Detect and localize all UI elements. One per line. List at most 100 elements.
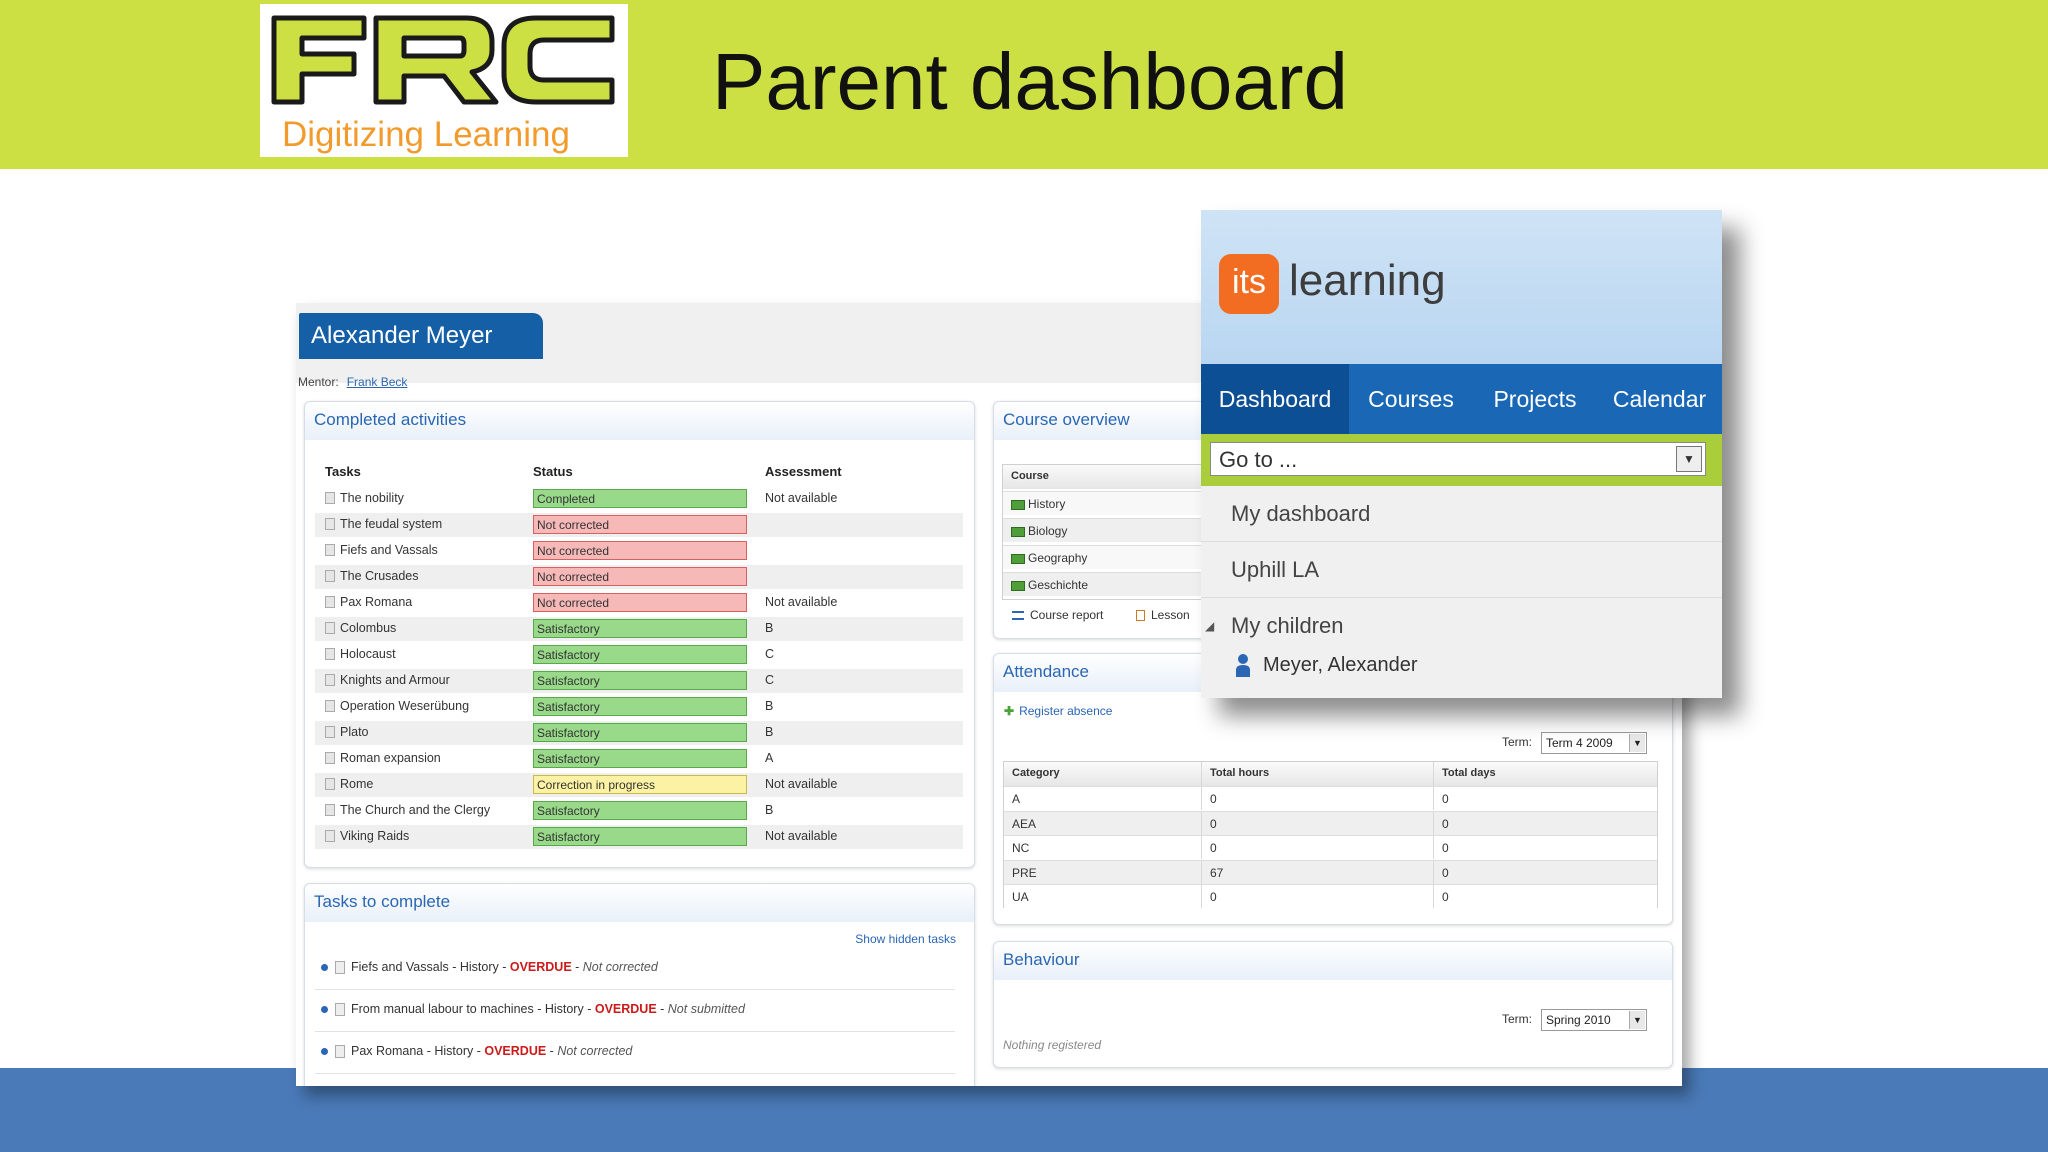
goto-dropdown[interactable]: Go to ... ▼ <box>1210 442 1706 476</box>
course-report-link[interactable]: Course report <box>1012 608 1103 622</box>
assessment-value: C <box>765 647 775 661</box>
completed-activity-row[interactable]: Operation Weserübung Satisfactory B <box>315 695 963 719</box>
task-name[interactable]: The nobility <box>340 491 404 505</box>
task-name[interactable]: The feudal system <box>340 517 442 531</box>
status-badge: Correction in progress <box>533 775 747 794</box>
plus-icon: ✚ <box>1004 704 1015 718</box>
status-badge: Satisfactory <box>533 619 747 638</box>
menu-my-dashboard[interactable]: My dashboard <box>1201 486 1722 542</box>
completed-activity-row[interactable]: The Crusades Not corrected <box>315 565 963 589</box>
chevron-down-icon: ▼ <box>1629 1011 1645 1029</box>
lesson-link[interactable]: Lesson <box>1136 608 1190 622</box>
attendance-category: AEA <box>1004 810 1202 835</box>
itslearning-logo-text: learning <box>1289 256 1446 305</box>
task-icon <box>325 596 335 608</box>
bullet-icon <box>321 1006 328 1013</box>
task-icon <box>325 518 335 530</box>
attendance-hours: 67 <box>1202 859 1434 884</box>
col-total-hours-header: Total hours <box>1202 762 1434 786</box>
task-icon <box>335 1045 345 1058</box>
completed-activity-row[interactable]: Pax Romana Not corrected Not available <box>315 591 963 615</box>
col-tasks-header: Tasks <box>325 464 361 479</box>
tasks-to-complete-panel: Tasks to complete Show hidden tasks Fief… <box>304 883 975 1086</box>
register-absence-link[interactable]: ✚ Register absence <box>1004 704 1112 718</box>
attendance-days: 0 <box>1434 835 1657 859</box>
attendance-category: NC <box>1004 835 1202 859</box>
completed-activity-row[interactable]: The feudal system Not corrected <box>315 513 963 537</box>
completed-activity-row[interactable]: The Church and the Clergy Satisfactory B <box>315 799 963 823</box>
attendance-term-select[interactable]: Term 4 2009 ▼ <box>1541 732 1647 754</box>
child-item[interactable]: Meyer, Alexander <box>1201 642 1722 688</box>
task-icon <box>335 1003 345 1016</box>
attendance-days: 0 <box>1434 810 1657 835</box>
attendance-category: A <box>1004 786 1202 810</box>
behaviour-title: Behaviour <box>994 942 1672 980</box>
task-name[interactable]: Viking Raids <box>340 829 409 843</box>
course-icon <box>1011 553 1025 564</box>
status-badge: Not corrected <box>533 593 747 612</box>
child-name: Meyer, Alexander <box>1263 654 1418 676</box>
task-name[interactable]: The Church and the Clergy <box>340 803 490 817</box>
overdue-flag: OVERDUE <box>594 1002 657 1016</box>
col-assessment-header: Assessment <box>765 464 842 479</box>
completed-activity-row[interactable]: Roman expansion Satisfactory A <box>315 747 963 771</box>
task-text: Fiefs and Vassals - History - OVERDUE - … <box>351 960 658 974</box>
attendance-days: 0 <box>1434 786 1657 810</box>
task-icon <box>325 804 335 816</box>
assessment-value: B <box>765 725 774 739</box>
behaviour-term-value: Spring 2010 <box>1546 1013 1611 1027</box>
task-name[interactable]: Knights and Armour <box>340 673 450 687</box>
completed-activity-row[interactable]: The nobility Completed Not available <box>315 487 963 511</box>
col-total-days-header: Total days <box>1434 762 1657 786</box>
task-icon <box>325 648 335 660</box>
task-name[interactable]: Operation Weserübung <box>340 699 469 713</box>
completed-activity-row[interactable]: Viking Raids Satisfactory Not available <box>315 825 963 849</box>
attendance-days: 0 <box>1434 859 1657 884</box>
behaviour-term-select[interactable]: Spring 2010 ▼ <box>1541 1009 1647 1031</box>
completed-activity-row[interactable]: Colombus Satisfactory B <box>315 617 963 641</box>
task-name[interactable]: The Crusades <box>340 569 419 583</box>
status-badge: Completed <box>533 489 747 508</box>
task-icon <box>325 752 335 764</box>
task-name[interactable]: Roman expansion <box>340 751 441 765</box>
behaviour-empty-text: Nothing registered <box>1003 1038 1102 1052</box>
menu-uphill-la[interactable]: Uphill LA <box>1201 542 1722 598</box>
task-name[interactable]: Pax Romana <box>340 595 412 609</box>
task-name[interactable]: Plato <box>340 725 369 739</box>
assessment-value: B <box>765 803 774 817</box>
nav-dashboard[interactable]: Dashboard <box>1201 364 1349 434</box>
task-list-item[interactable]: Pax Romana - History - OVERDUE - Not cor… <box>315 1034 955 1074</box>
nav-calendar[interactable]: Calendar <box>1597 364 1722 434</box>
nav-projects[interactable]: Projects <box>1473 364 1597 434</box>
completed-activity-row[interactable]: Rome Correction in progress Not available <box>315 773 963 797</box>
task-note: Not corrected <box>582 960 658 974</box>
assessment-value: Not available <box>765 491 838 505</box>
student-name-tab[interactable]: Alexander Meyer <box>299 313 543 359</box>
task-icon <box>325 622 335 634</box>
completed-activity-row[interactable]: Plato Satisfactory B <box>315 721 963 745</box>
task-name[interactable]: Pax Romana - History - <box>351 1044 484 1058</box>
slide-title: Parent dashboard <box>712 37 1349 126</box>
task-list-item[interactable]: Spinning Jenny - History - OVERDUE - Not… <box>315 1076 955 1086</box>
attendance-days: 0 <box>1434 884 1657 908</box>
completed-activity-row[interactable]: Holocaust Satisfactory C <box>315 643 963 667</box>
task-name[interactable]: Holocaust <box>340 647 396 661</box>
nav-courses[interactable]: Courses <box>1349 364 1473 434</box>
status-badge: Not corrected <box>533 541 747 560</box>
show-hidden-tasks-link[interactable]: Show hidden tasks <box>855 932 956 946</box>
completed-activity-row[interactable]: Fiefs and Vassals Not corrected <box>315 539 963 563</box>
task-name[interactable]: Rome <box>340 777 373 791</box>
task-list-item[interactable]: Fiefs and Vassals - History - OVERDUE - … <box>315 950 955 990</box>
task-list-item[interactable]: From manual labour to machines - History… <box>315 992 955 1032</box>
task-name[interactable]: Fiefs and Vassals - History - <box>351 960 510 974</box>
completed-activities-title: Completed activities <box>305 402 974 440</box>
status-badge: Satisfactory <box>533 723 747 742</box>
register-absence-label: Register absence <box>1019 704 1113 718</box>
attendance-table: Category Total hours Total days A 0 0 AEA 0 0… <box>1003 761 1658 908</box>
task-name[interactable]: Fiefs and Vassals <box>340 543 438 557</box>
mentor-link[interactable]: Frank Beck <box>347 375 408 389</box>
task-name[interactable]: From manual labour to machines - History… <box>351 1002 595 1016</box>
task-name[interactable]: Colombus <box>340 621 396 635</box>
completed-activity-row[interactable]: Knights and Armour Satisfactory C <box>315 669 963 693</box>
assessment-value: B <box>765 699 774 713</box>
